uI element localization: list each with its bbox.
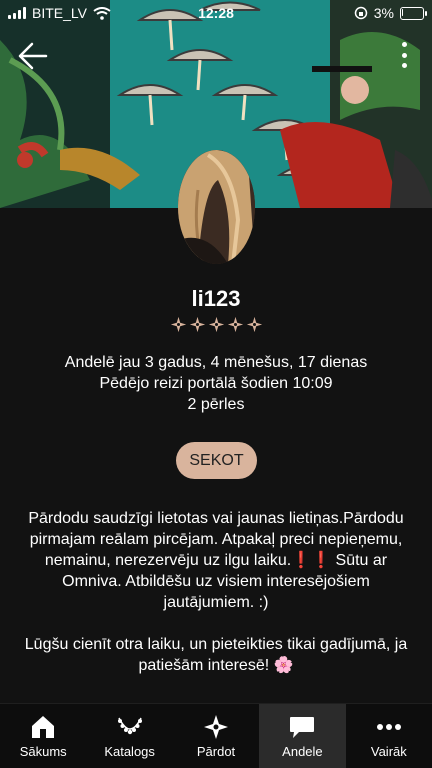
battery-percent: 3% [373,5,394,21]
tab-label: Vairāk [370,744,407,759]
rating-star-icon [170,316,186,333]
tab-andele[interactable]: Andele [259,704,346,768]
sparkle-icon [204,715,229,739]
arrow-left-icon [18,42,48,70]
pearls-count: 2 pērles [187,396,245,413]
username: li123 [191,286,241,311]
tab-label: Andele [282,744,323,759]
bio-paragraph: Pārdodu saudzīgi lietotas vai jaunas lie… [28,510,404,611]
follow-button[interactable]: SEKOT [176,442,257,479]
rating-star-icon [227,316,243,333]
profile-bio: Pārdodu saudzīgi lietotas vai jaunas lie… [18,508,414,697]
avatar-photo [178,150,255,264]
tab-label: Katalogs [104,744,155,759]
rating-star-icon [208,316,224,333]
carrier-name: BITE_LV [32,5,87,21]
status-bar: BITE_LV 12:28 3% [0,0,432,26]
last-seen: Pēdējo reizi portālā šodien 10:09 [99,375,333,392]
necklace-icon [117,717,142,735]
bottom-tab-bar: Sākums Katalogs Pārdot Andele Vairāk [0,703,432,768]
rating-star-icon [246,316,262,333]
rating-star-icon [189,316,205,333]
chat-icon [290,717,315,738]
profile-info: Andelē jau 3 gadus, 4 mēnešus, 17 dienas… [0,352,432,415]
tab-vairak[interactable]: Vairāk [346,704,432,768]
signal-icon [8,7,26,19]
tab-katalogs[interactable]: Katalogs [86,704,172,768]
member-duration: Andelē jau 3 gadus, 4 mēnešus, 17 dienas [64,354,368,371]
more-options-button[interactable] [394,42,414,68]
home-icon [32,716,55,738]
more-dots-icon [376,724,401,730]
orientation-lock-icon [354,6,368,20]
rating-stars [0,316,432,333]
bio-paragraph: Lūgšu cienīt otra laiku, un pieteikties … [24,636,408,674]
back-button[interactable] [14,38,50,74]
tab-label: Sākums [19,744,67,759]
tab-label: Pārdot [196,744,236,759]
tab-pardot[interactable]: Pārdot [173,704,259,768]
battery-icon [400,6,427,20]
profile-screen: BITE_LV 12:28 3% li123 Andelē jau 3 gadu… [0,0,432,768]
battery-level [402,8,403,16]
wifi-icon [93,6,111,20]
avatar[interactable] [178,150,255,264]
tab-sakums[interactable]: Sākums [0,704,86,768]
more-vertical-icon [401,42,407,47]
